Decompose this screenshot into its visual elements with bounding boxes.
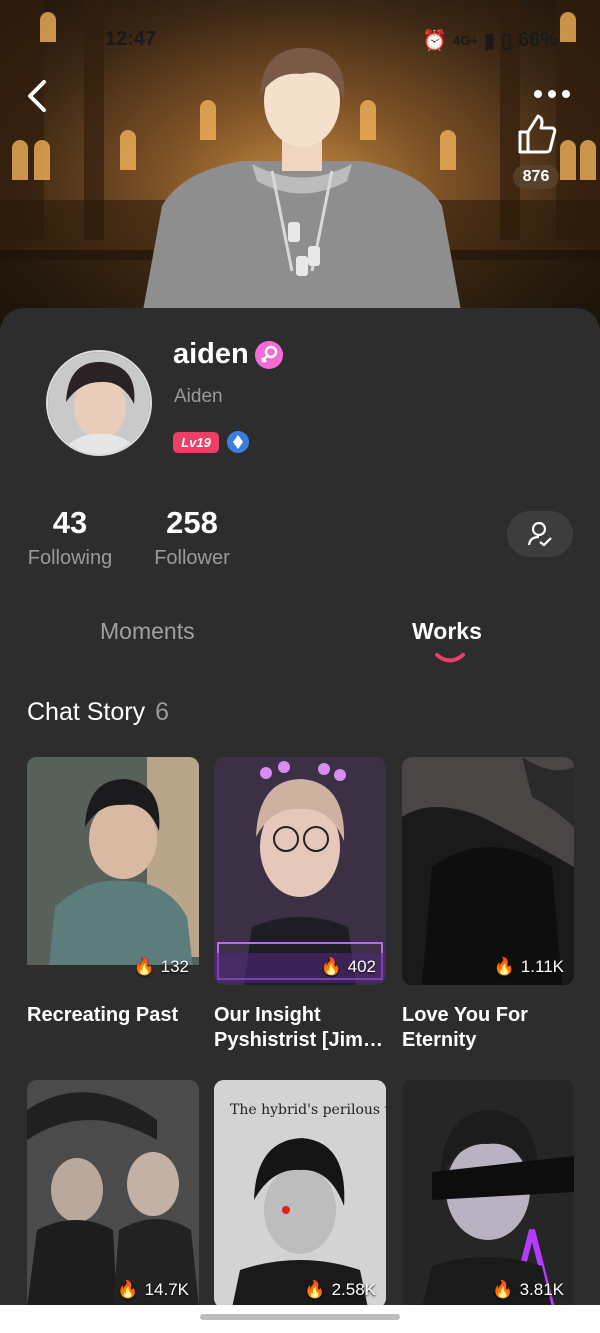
alarm-icon: ⏰ [422,30,447,52]
svg-text:The hybrid's perilous wolf: The hybrid's perilous wolf [230,1102,386,1118]
flame-icon: 🔥 [133,957,155,976]
story-card[interactable]: 🔥 14.7K [27,1080,199,1308]
flame-icon: 🔥 [320,957,342,976]
following-count: 43 [52,505,88,540]
home-indicator[interactable] [200,1314,400,1320]
section-title: Chat Story [27,698,146,726]
story-cover: The hybrid's perilous wolf 🔥2.58K [214,1080,386,1308]
status-bar: 12:47 ⏰ 4G+ ▮ ▯ 66% [0,24,600,54]
story-heat: 🔥 2.58K [304,1280,376,1299]
flame-icon: 🔥 [492,1280,514,1299]
nickname: Aiden [174,386,223,407]
tab-moments[interactable]: Moments [100,618,195,645]
back-button[interactable] [18,76,58,116]
header-banner: 12:47 ⏰ 4G+ ▮ ▯ 66% 876 [0,0,600,340]
following-stat[interactable]: 43 Following [27,505,113,570]
story-card[interactable]: 🔥 402 Our Insight Pyshistrist [Jim… [214,757,386,1053]
profile-avatar[interactable] [46,350,152,456]
chevron-left-icon [28,80,46,112]
story-title: Our Insight Pyshistrist [Jim… [214,1004,383,1051]
story-heat: 🔥 14.7K [117,1280,189,1299]
following-label: Following [27,547,113,569]
story-card[interactable]: 🔥 132 Recreating Past [27,757,199,1028]
like-button[interactable]: 876 [506,112,566,189]
thumbs-up-icon [518,114,557,154]
flame-icon: 🔥 [117,1280,139,1299]
story-cover: 🔥 1.11K [402,757,574,985]
female-icon [255,341,283,369]
status-time: 12:47 [105,28,157,50]
story-heat: 🔥 1.11K [493,957,564,976]
level-badge: Lv19 [173,432,219,453]
battery-icon: ▯ [500,30,512,52]
friend-status-button[interactable] [507,511,573,557]
story-cover: 🔥 132 [27,757,199,985]
section-chat-story: Chat Story 6 [27,698,169,727]
story-title: Love You For Eternity [402,1004,528,1051]
like-count: 876 [512,165,560,189]
story-title: Recreating Past [27,1004,179,1026]
flame-icon: 🔥 [493,957,515,976]
story-heat: 🔥 132 [133,957,189,976]
user-check-icon [527,521,552,547]
story-heat: 🔥 402 [320,957,376,976]
story-heat: 🔥 3.81K [492,1280,564,1299]
status-indicators: ⏰ 4G+ ▮ ▯ 66% [422,28,558,53]
section-count: 6 [155,698,170,726]
tab-active-indicator [435,653,465,663]
tab-works[interactable]: Works [412,618,482,645]
battery-level: 66% [517,29,558,51]
story-cover: 🔥 14.7K [27,1080,199,1308]
story-card[interactable]: 🔥 3.81K [402,1080,574,1308]
diamond-badge-icon [227,431,249,453]
story-cover: 🔥 402 [214,757,386,985]
story-card[interactable]: The hybrid's perilous wolf 🔥2.58K [214,1080,386,1308]
follower-count: 258 [166,505,218,540]
signal-icon: ▮ [483,30,495,52]
flame-icon: 🔥 [304,1280,326,1299]
follower-label: Follower [154,547,230,569]
story-card[interactable]: 🔥 1.11K Love You For Eternity [402,757,574,1053]
username: aiden [173,338,249,370]
character-figure [142,47,462,316]
follower-stat[interactable]: 258 Follower [153,505,231,570]
more-button[interactable] [532,82,572,106]
network-label: 4G+ [453,33,478,48]
more-dots-icon [534,90,570,98]
story-cover: 🔥 3.81K [402,1080,574,1308]
